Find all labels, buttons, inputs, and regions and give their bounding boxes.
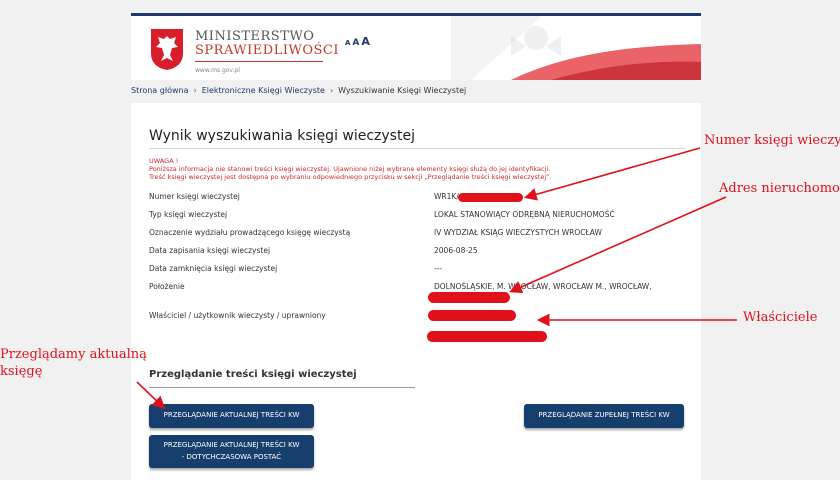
location-label: Położenie <box>149 282 185 291</box>
font-size-controls: AAA <box>345 30 372 49</box>
closed-date-label: Data zamknięcia księgi wieczystej <box>149 264 278 273</box>
view-previous-kw-label-line2: - DOTYCHCZASOWA POSTAĆ <box>181 452 282 461</box>
annotation-kw-number: Numer księgi wieczystej <box>704 133 840 148</box>
font-size-large-button[interactable]: A <box>361 35 370 48</box>
warning-text-line1: Poniższa informacja nie stanowi treści k… <box>149 165 551 173</box>
brand-underline <box>195 61 323 62</box>
warning-heading: UWAGA ! <box>149 157 179 165</box>
polish-eagle-emblem-icon <box>151 29 183 70</box>
redaction-address <box>428 292 510 303</box>
view-current-kw-label: PRZEGLĄDANIE AKTUALNEJ TREŚCI KW <box>163 411 300 420</box>
brand-url: www.ms.gov.pl <box>195 67 240 74</box>
created-date-label: Data zapisania księgi wieczystej <box>149 246 271 255</box>
created-date-value: 2006-08-25 <box>434 246 478 255</box>
flag-background <box>451 16 701 80</box>
view-full-kw-label: PRZEGLĄDANIE ZUPEŁNEJ TREŚCI KW <box>538 411 670 420</box>
kw-type-label: Typ księgi wieczystej <box>149 210 228 219</box>
chevron-right-icon: › <box>329 86 334 95</box>
annotation-address: Adres nieruchomości <box>719 181 840 196</box>
page-title: Wynik wyszukiwania księgi wieczystej <box>149 128 415 144</box>
breadcrumb-current: Wyszukiwanie Księgi Wieczystej <box>338 86 467 95</box>
redaction-owner-2 <box>427 331 547 342</box>
kw-type-value: LOKAL STANOWIĄCY ODRĘBNĄ NIERUCHOMOŚĆ <box>434 210 615 219</box>
view-previous-kw-label-line1: PRZEGLĄDANIE AKTUALNEJ TREŚCI KW <box>163 441 300 450</box>
chevron-right-icon: › <box>193 86 197 95</box>
owner-label: Właściciel / użytkownik wieczysty / upra… <box>149 311 326 320</box>
court-division-label: Oznaczenie wydziału prowadzącego księgę … <box>149 228 351 237</box>
kw-number-label: Numer księgi wieczystej <box>149 192 240 201</box>
annotation-current-line2: księgę <box>0 364 43 379</box>
breadcrumb-home-link[interactable]: Strona główna <box>131 86 189 95</box>
location-value: DOLNOŚLĄSKIE, M. WROCŁAW, WROCŁAW M., WR… <box>434 282 652 291</box>
redaction-owner-1 <box>428 310 516 321</box>
font-size-medium-button[interactable]: A <box>352 38 359 48</box>
warning-text-line2: Treść księgi wieczystej jest dostępna po… <box>149 173 552 181</box>
annotation-current-line1: Przeglądamy aktualną <box>0 347 147 362</box>
section-divider <box>149 387 415 388</box>
kw-number-value: WR1K/ <box>434 192 459 201</box>
view-previous-kw-button[interactable]: PRZEGLĄDANIE AKTUALNEJ TREŚCI KW - DOTYC… <box>149 435 314 468</box>
brand-name-line2: SPRAWIEDLIWOŚCI <box>195 43 339 58</box>
view-full-kw-button[interactable]: PRZEGLĄDANIE ZUPEŁNEJ TREŚCI KW <box>524 404 684 428</box>
font-size-small-button[interactable]: A <box>345 39 350 47</box>
redaction-kw-number <box>458 193 523 202</box>
view-current-kw-button[interactable]: PRZEGLĄDANIE AKTUALNEJ TREŚCI KW <box>149 404 314 428</box>
annotation-owners: Właściciele <box>743 310 818 325</box>
section-title: Przeglądanie treści księgi wieczystej <box>149 369 357 380</box>
title-divider <box>149 148 685 149</box>
closed-date-value: --- <box>434 264 443 273</box>
site-header: MINISTERSTWO SPRAWIEDLIWOŚCI www.ms.gov.… <box>131 16 701 80</box>
brand-name-line1: MINISTERSTWO <box>195 29 315 44</box>
breadcrumb: Strona główna › Elektroniczne Księgi Wiecz… <box>131 86 466 95</box>
court-division-value: IV WYDZIAŁ KSIĄG WIECZYSTYCH WROCŁAW <box>434 228 602 237</box>
breadcrumb-ekw-link[interactable]: Elektroniczne Księgi Wieczyste <box>202 86 325 95</box>
